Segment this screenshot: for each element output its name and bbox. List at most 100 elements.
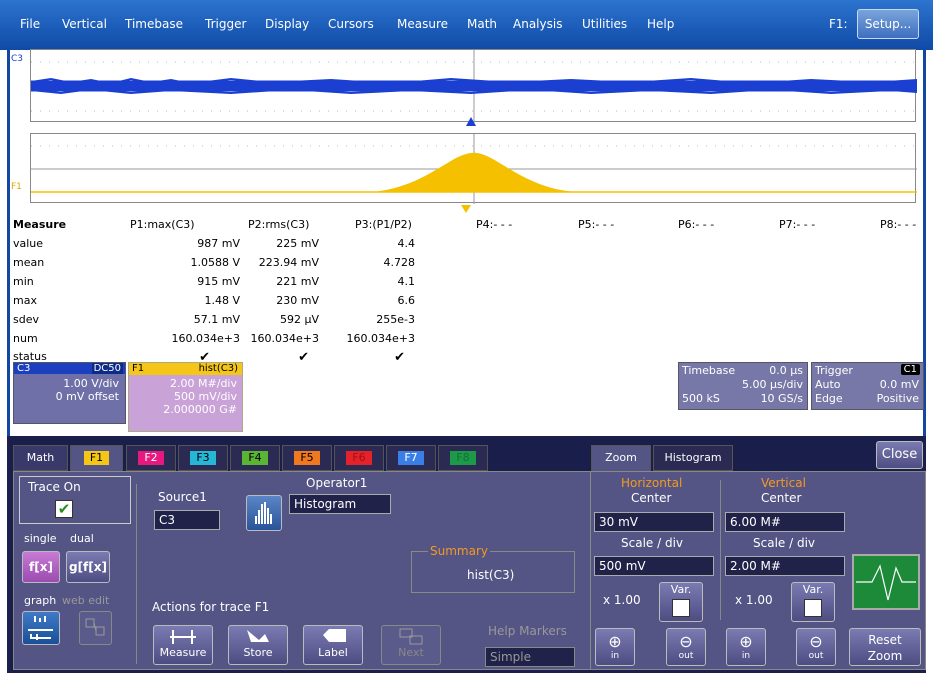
h-zoom-out-button[interactable]: ⊖ out bbox=[666, 628, 706, 666]
f1-descriptor[interactable]: F1 hist(C3) 2.00 M#/div 500 mV/div 2.000… bbox=[128, 362, 243, 432]
h-var-button[interactable]: Var. bbox=[659, 582, 703, 622]
f1-marker bbox=[461, 205, 471, 213]
h-center-input[interactable]: 30 mV bbox=[594, 512, 714, 532]
param-p4[interactable]: P4:- - - bbox=[476, 218, 512, 231]
tab-f2[interactable]: F2 bbox=[126, 445, 176, 471]
p2-value: 221 mV bbox=[276, 275, 319, 288]
setup-button[interactable]: Setup... bbox=[857, 9, 919, 39]
web-edit-label: web edit bbox=[62, 594, 110, 607]
reset-zoom-button[interactable]: Reset Zoom bbox=[849, 628, 921, 666]
dual-label: dual bbox=[70, 532, 94, 545]
tab-f1[interactable]: F1 bbox=[70, 445, 123, 472]
v-scale-input[interactable]: 2.00 M# bbox=[725, 556, 845, 576]
tab-f8[interactable]: F8 bbox=[438, 445, 488, 471]
v-zoom-in-label: in bbox=[741, 651, 751, 661]
operator-icon-button[interactable] bbox=[246, 495, 282, 531]
row-label: mean bbox=[13, 256, 45, 269]
v-var-button[interactable]: Var. bbox=[791, 582, 835, 622]
param-p2[interactable]: P2:rms(C3) bbox=[248, 218, 309, 231]
trigger-descriptor[interactable]: Trigger C1 Auto 0.0 mV Edge Positive bbox=[811, 362, 924, 410]
row-label: value bbox=[13, 237, 44, 250]
close-button[interactable]: Close bbox=[876, 441, 923, 469]
h-var-checkbox[interactable] bbox=[672, 599, 690, 617]
c3-descriptor[interactable]: C3 DC50 1.00 V/div 0 mV offset bbox=[13, 362, 126, 424]
h-zoom-in-label: in bbox=[610, 651, 620, 661]
divider bbox=[136, 484, 137, 664]
p3-value: 255e-3 bbox=[376, 313, 415, 326]
tab-math[interactable]: Math bbox=[13, 445, 68, 471]
operator-select[interactable]: Histogram bbox=[289, 494, 391, 514]
p2-status-check-icon: ✔ bbox=[298, 350, 309, 365]
row-label: sdev bbox=[13, 313, 39, 326]
p1-value: 57.1 mV bbox=[193, 313, 240, 326]
measure-title: Measure bbox=[13, 218, 67, 231]
h-var-label: Var. bbox=[670, 583, 692, 596]
dual-function-button[interactable]: g[f[x] bbox=[66, 551, 110, 583]
next-button[interactable]: Next bbox=[381, 625, 441, 665]
param-p6[interactable]: P6:- - - bbox=[678, 218, 714, 231]
param-p5[interactable]: P5:- - - bbox=[578, 218, 614, 231]
help-markers-select[interactable]: Simple bbox=[485, 647, 575, 667]
param-p1[interactable]: P1:max(C3) bbox=[130, 218, 195, 231]
menu-cursors[interactable]: Cursors bbox=[328, 17, 374, 31]
tab-f2-label: F2 bbox=[138, 451, 164, 465]
f1-grid[interactable] bbox=[30, 133, 917, 204]
tab-f5[interactable]: F5 bbox=[282, 445, 332, 471]
tab-f3[interactable]: F3 bbox=[178, 445, 228, 471]
menu-utilities[interactable]: Utilities bbox=[582, 17, 627, 31]
tab-f4-label: F4 bbox=[242, 451, 268, 465]
v-multiplier: x 1.00 bbox=[735, 593, 773, 607]
param-p7[interactable]: P7:- - - bbox=[779, 218, 815, 231]
menu-vertical[interactable]: Vertical bbox=[62, 17, 107, 31]
param-p8[interactable]: P8:- - - bbox=[880, 218, 916, 231]
v-center-input[interactable]: 6.00 M# bbox=[725, 512, 845, 532]
p3-value: 6.6 bbox=[397, 294, 416, 307]
tab-histogram[interactable]: Histogram bbox=[653, 445, 733, 471]
menu-trigger[interactable]: Trigger bbox=[205, 17, 246, 31]
function-label: F1: bbox=[829, 17, 848, 31]
v-zoom-in-button[interactable]: ⊕ in bbox=[726, 628, 766, 666]
param-p3[interactable]: P3:(P1/P2) bbox=[355, 218, 412, 231]
p3-value: 4.728 bbox=[383, 256, 416, 269]
store-button[interactable]: Store bbox=[228, 625, 288, 665]
h-zoom-out-label: out bbox=[678, 651, 694, 661]
menu-timebase[interactable]: Timebase bbox=[125, 17, 183, 31]
v-var-checkbox[interactable] bbox=[804, 599, 822, 617]
menu-file[interactable]: File bbox=[20, 17, 40, 31]
web-edit-button[interactable] bbox=[79, 611, 112, 645]
p1-value: 1.48 V bbox=[204, 294, 240, 307]
operator-label: Operator1 bbox=[306, 476, 368, 490]
label-button[interactable]: Label bbox=[303, 625, 363, 665]
trace-on-group: Trace On ✔ bbox=[19, 476, 131, 524]
graph-mode-button[interactable] bbox=[22, 611, 60, 645]
measure-icon bbox=[170, 630, 196, 644]
measure-row-max: max 1.48 V 230 mV 6.6 bbox=[0, 294, 933, 310]
c3-grid[interactable] bbox=[30, 49, 917, 123]
menu-math[interactable]: Math bbox=[467, 17, 497, 31]
menu-analysis[interactable]: Analysis bbox=[513, 17, 562, 31]
v-zoom-out-button[interactable]: ⊖ out bbox=[796, 628, 836, 666]
store-icon bbox=[247, 630, 269, 642]
h-scale-label: Scale / div bbox=[621, 536, 684, 550]
menu-display[interactable]: Display bbox=[265, 17, 309, 31]
measure-button[interactable]: Measure bbox=[153, 625, 213, 665]
trace-on-checkbox[interactable]: ✔ bbox=[55, 500, 73, 518]
tab-f6[interactable]: F6 bbox=[334, 445, 384, 471]
histogram-icon bbox=[255, 502, 272, 524]
single-function-button[interactable]: f[x] bbox=[22, 551, 60, 583]
menu-help[interactable]: Help bbox=[647, 17, 674, 31]
control-panel: Math F1 F2 F3 F4 F5 F6 F7 F8 Trace On ✔ … bbox=[7, 436, 926, 673]
menu-measure[interactable]: Measure bbox=[397, 17, 448, 31]
v-scale-label: Scale / div bbox=[753, 536, 816, 550]
source-select[interactable]: C3 bbox=[154, 510, 220, 530]
timebase-descriptor[interactable]: Timebase 0.0 µs 5.00 µs/div 500 kS 10 GS… bbox=[678, 362, 808, 410]
c3-name: C3 bbox=[17, 363, 31, 374]
h-zoom-in-button[interactable]: ⊕ in bbox=[595, 628, 635, 666]
menu-bar: File Vertical Timebase Trigger Display C… bbox=[0, 0, 933, 50]
tab-zoom[interactable]: Zoom bbox=[591, 445, 651, 472]
h-scale-input[interactable]: 500 mV bbox=[594, 556, 714, 576]
tab-f4[interactable]: F4 bbox=[230, 445, 280, 471]
summary-box: Summary hist(C3) bbox=[411, 544, 575, 593]
zoom-in-icon: ⊕ bbox=[739, 632, 753, 651]
tab-f7[interactable]: F7 bbox=[386, 445, 436, 471]
